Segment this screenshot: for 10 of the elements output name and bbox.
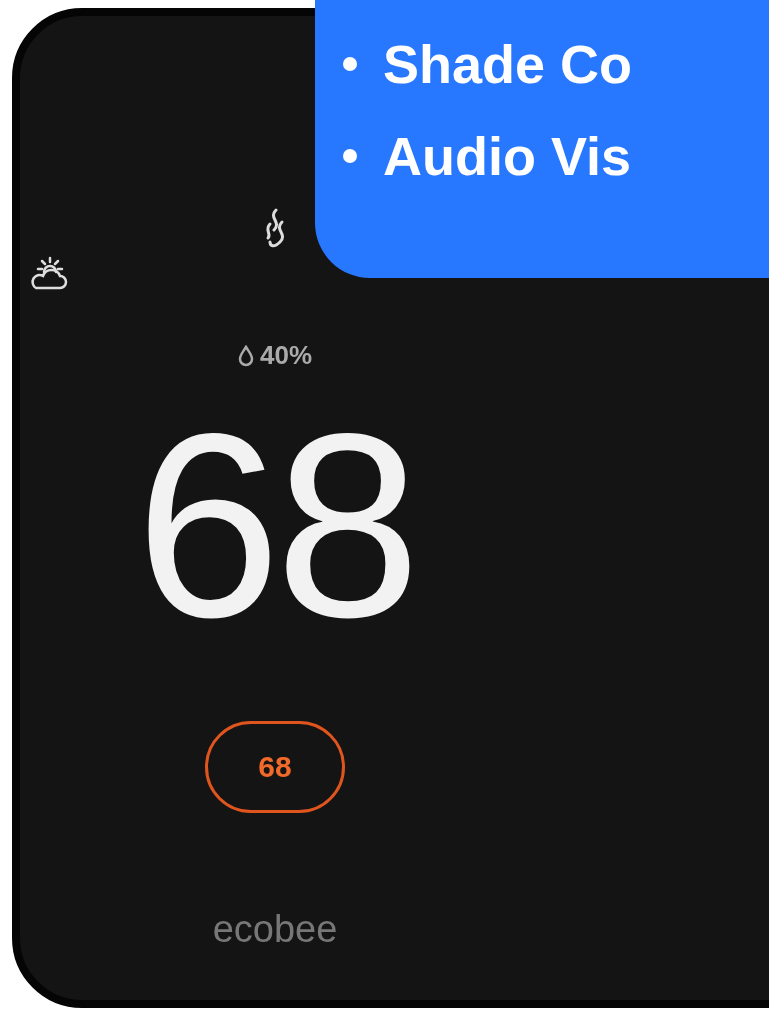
setpoint-button[interactable]: 68 — [205, 721, 345, 813]
brand-logo: ecobee — [212, 908, 338, 951]
feature-item: Shade Co — [383, 33, 633, 95]
bullet-icon — [343, 57, 357, 71]
bullet-icon — [343, 149, 357, 163]
feature-item: Audio Vis — [383, 125, 632, 187]
current-temperature: 68 — [135, 401, 415, 651]
humidity-reading: 40% — [259, 340, 312, 371]
sun-cloud-icon — [28, 254, 70, 292]
water-drop-icon — [237, 344, 254, 367]
